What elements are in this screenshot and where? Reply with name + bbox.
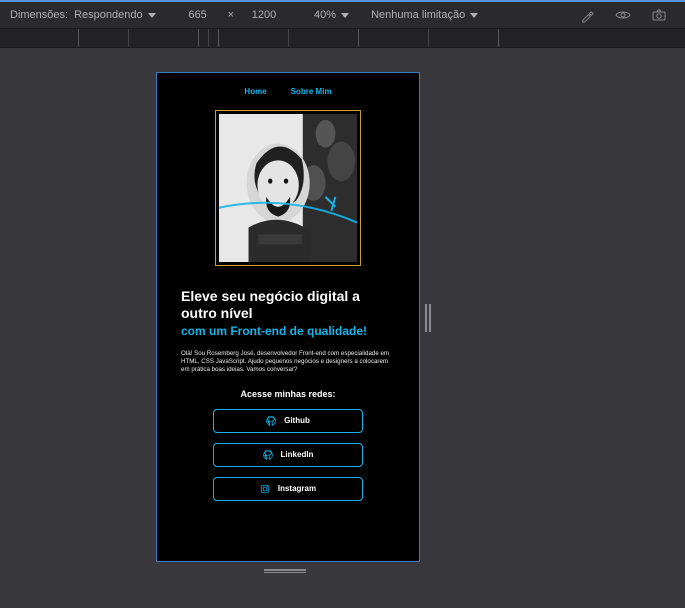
nav-about[interactable]: Sobre Mim xyxy=(291,87,332,96)
resize-handle-vertical[interactable] xyxy=(425,304,431,332)
responsive-toolbar: Dimensões: Respondendo × 40% Nenhuma lim… xyxy=(0,2,685,28)
linkedin-icon xyxy=(263,450,273,460)
linkedin-label: LinkedIn xyxy=(281,450,314,459)
throttling-dropdown[interactable]: Nenhuma limitação xyxy=(371,9,478,21)
social-links: Github LinkedIn Instagram xyxy=(157,409,419,501)
chevron-down-icon xyxy=(470,13,478,18)
device-viewport-area: Home Sobre Mim xyxy=(0,48,685,608)
instagram-label: Instagram xyxy=(278,484,316,493)
instagram-icon xyxy=(260,484,270,494)
page-nav: Home Sobre Mim xyxy=(157,73,419,106)
github-icon xyxy=(266,416,276,426)
nav-home[interactable]: Home xyxy=(244,87,266,96)
headline: Eleve seu negócio digital a outro nível xyxy=(157,274,419,324)
dimensions-label: Dimensões: xyxy=(10,9,68,21)
intro-paragraph: Olá! Sou Rosemberg José, desenvolvedor F… xyxy=(157,346,419,385)
hero-section xyxy=(157,106,419,274)
subheadline: com um Front-end de qualidade! xyxy=(157,324,419,346)
resize-handle-horizontal[interactable] xyxy=(264,569,306,573)
dimension-separator: × xyxy=(228,9,234,21)
github-button[interactable]: Github xyxy=(213,409,363,433)
instagram-button[interactable]: Instagram xyxy=(213,477,363,501)
width-input[interactable] xyxy=(178,9,218,21)
social-title: Acesse minhas redes: xyxy=(157,385,419,409)
eyedropper-icon[interactable] xyxy=(579,7,595,23)
linkedin-button[interactable]: LinkedIn xyxy=(213,443,363,467)
github-label: Github xyxy=(284,416,310,425)
screenshot-icon[interactable] xyxy=(651,7,667,23)
profile-photo xyxy=(219,114,357,262)
eye-icon[interactable] xyxy=(615,7,631,23)
height-input[interactable] xyxy=(244,9,284,21)
chevron-down-icon xyxy=(148,13,156,18)
profile-photo-frame xyxy=(215,110,361,266)
ruler xyxy=(0,28,685,48)
device-frame: Home Sobre Mim xyxy=(156,72,420,562)
throttling-value: Nenhuma limitação xyxy=(371,9,465,21)
zoom-value: 40% xyxy=(314,9,336,21)
dimensions-preset: Respondendo xyxy=(74,9,143,21)
zoom-dropdown[interactable]: 40% xyxy=(314,9,349,21)
chevron-down-icon xyxy=(341,13,349,18)
dimensions-dropdown[interactable]: Dimensões: Respondendo xyxy=(10,9,156,21)
